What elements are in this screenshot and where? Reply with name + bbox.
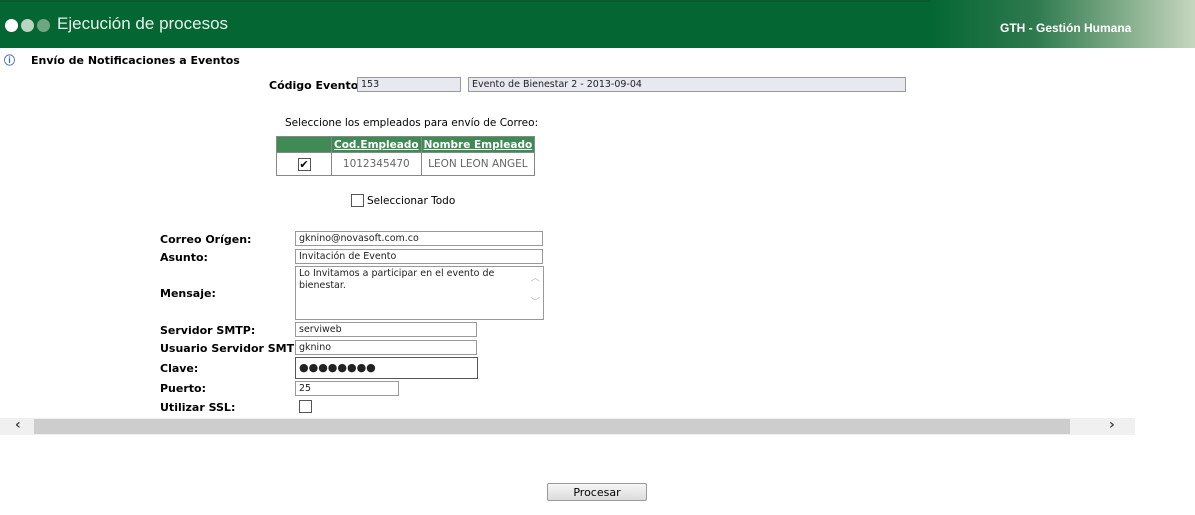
info-icon: ⓘ <box>4 54 15 67</box>
clave-label: Clave: <box>160 362 199 375</box>
ssl-checkbox[interactable] <box>299 400 312 413</box>
correo-input[interactable]: gknino@novasoft.com.co <box>295 231 543 246</box>
procesar-button[interactable]: Procesar <box>547 483 647 501</box>
employees-table: Cod.Empleado Nombre Empleado ✔ 101234547… <box>276 136 536 176</box>
scroll-left-icon[interactable]: ‹ <box>15 417 21 433</box>
brand-title: GTH - Gestión Humana <box>1000 21 1132 35</box>
ssl-label: Utilizar SSL: <box>160 401 236 414</box>
row-checkbox[interactable]: ✔ <box>297 157 311 171</box>
col-nombre-empleado[interactable]: Nombre Empleado <box>420 136 536 153</box>
scroll-up-icon[interactable]: ︿ <box>530 273 540 285</box>
codigo-evento-label: Código Evento: <box>269 79 363 92</box>
usuario-label: Usuario Servidor SMTP: <box>160 342 307 355</box>
table-row: ✔ 1012345470 LEON LEON ANGEL <box>276 152 536 176</box>
asunto-label: Asunto: <box>160 251 208 264</box>
cell-code: 1012345470 <box>331 152 422 176</box>
scrollbar-thumb[interactable] <box>34 419 1070 434</box>
puerto-label: Puerto: <box>160 382 206 395</box>
dot-icon <box>37 19 50 32</box>
col-cod-empleado[interactable]: Cod.Empleado <box>331 136 422 153</box>
scroll-right-icon[interactable]: › <box>1109 417 1115 433</box>
clave-input[interactable]: ●●●●●●●● <box>295 357 478 379</box>
select-all-checkbox[interactable] <box>351 194 364 207</box>
employees-caption: Seleccione los empleados para envío de C… <box>285 117 539 129</box>
app-title: Ejecución de procesos <box>57 14 229 33</box>
scroll-down-icon[interactable]: ﹀ <box>530 297 540 309</box>
puerto-input[interactable]: 25 <box>295 381 399 396</box>
usuario-input[interactable]: gknino <box>295 340 477 355</box>
section-title: Envío de Notificaciones a Eventos <box>31 54 240 67</box>
evento-nombre-field[interactable]: Evento de Bienestar 2 - 2013-09-04 <box>468 77 906 92</box>
dot-icon <box>21 19 34 32</box>
asunto-input[interactable]: Invitación de Evento <box>295 249 543 264</box>
correo-label: Correo Orígen: <box>160 233 252 246</box>
col-select <box>276 136 332 153</box>
select-all-label: Seleccionar Todo <box>367 195 456 207</box>
mensaje-textarea[interactable]: Lo Invitamos a participar en el evento d… <box>295 266 544 320</box>
dot-icon <box>5 19 18 32</box>
mensaje-text: Lo Invitamos a participar en el evento d… <box>299 268 495 291</box>
smtp-label: Servidor SMTP: <box>160 324 256 337</box>
cell-name: LEON LEON ANGEL <box>420 152 536 176</box>
codigo-evento-field[interactable]: 153 <box>357 77 461 92</box>
smtp-input[interactable]: serviweb <box>295 322 477 337</box>
mensaje-label: Mensaje: <box>160 287 216 300</box>
